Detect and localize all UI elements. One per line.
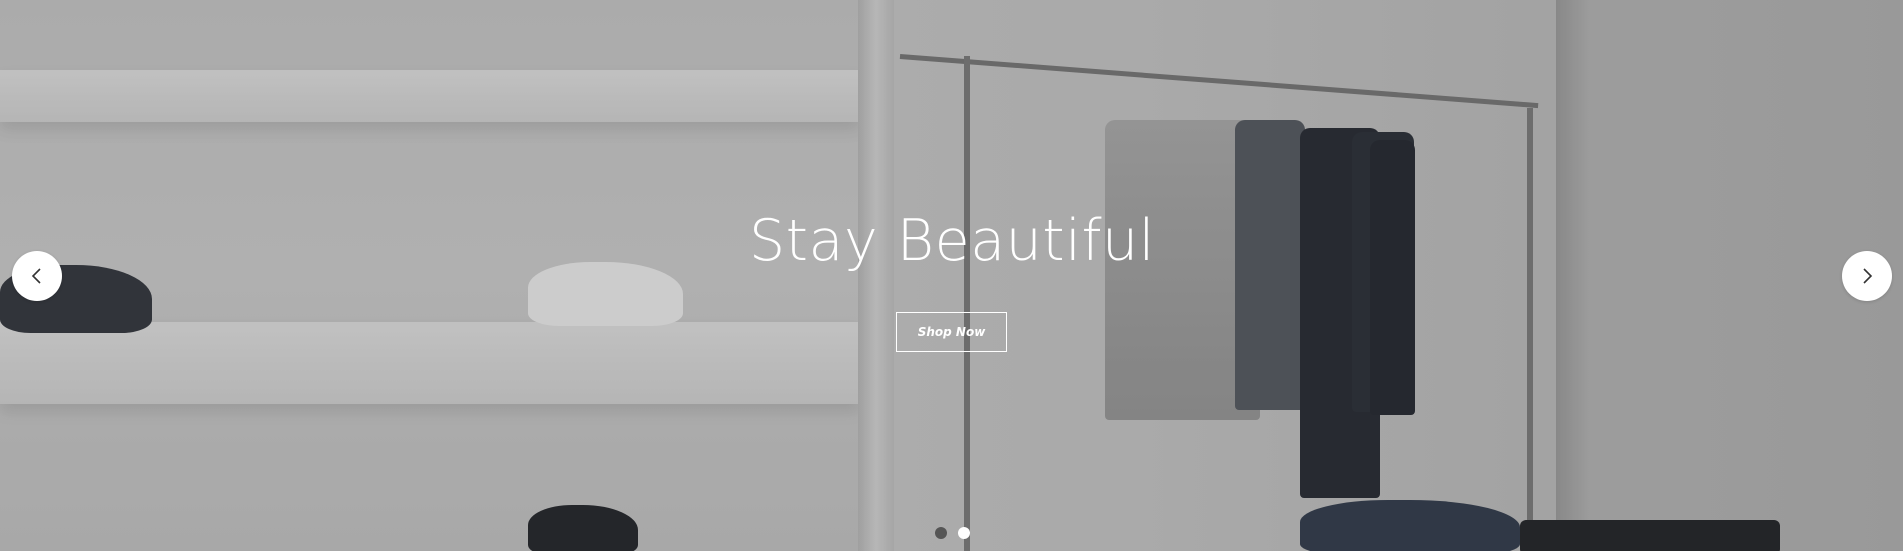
chevron-right-icon	[1863, 268, 1873, 284]
slide-indicators	[935, 527, 970, 539]
slide-dot-2[interactable]	[958, 527, 970, 539]
chevron-left-icon	[31, 268, 41, 284]
slide-caption: Stay Beautiful Shop Now	[0, 0, 1903, 551]
next-slide-button[interactable]	[1842, 251, 1892, 301]
hero-banner: Stay Beautiful Shop Now	[0, 0, 1903, 551]
slide-title: Stay Beautiful	[749, 208, 1155, 274]
slide-dot-1[interactable]	[935, 527, 947, 539]
previous-slide-button[interactable]	[12, 251, 62, 301]
shop-now-button[interactable]: Shop Now	[896, 312, 1007, 352]
